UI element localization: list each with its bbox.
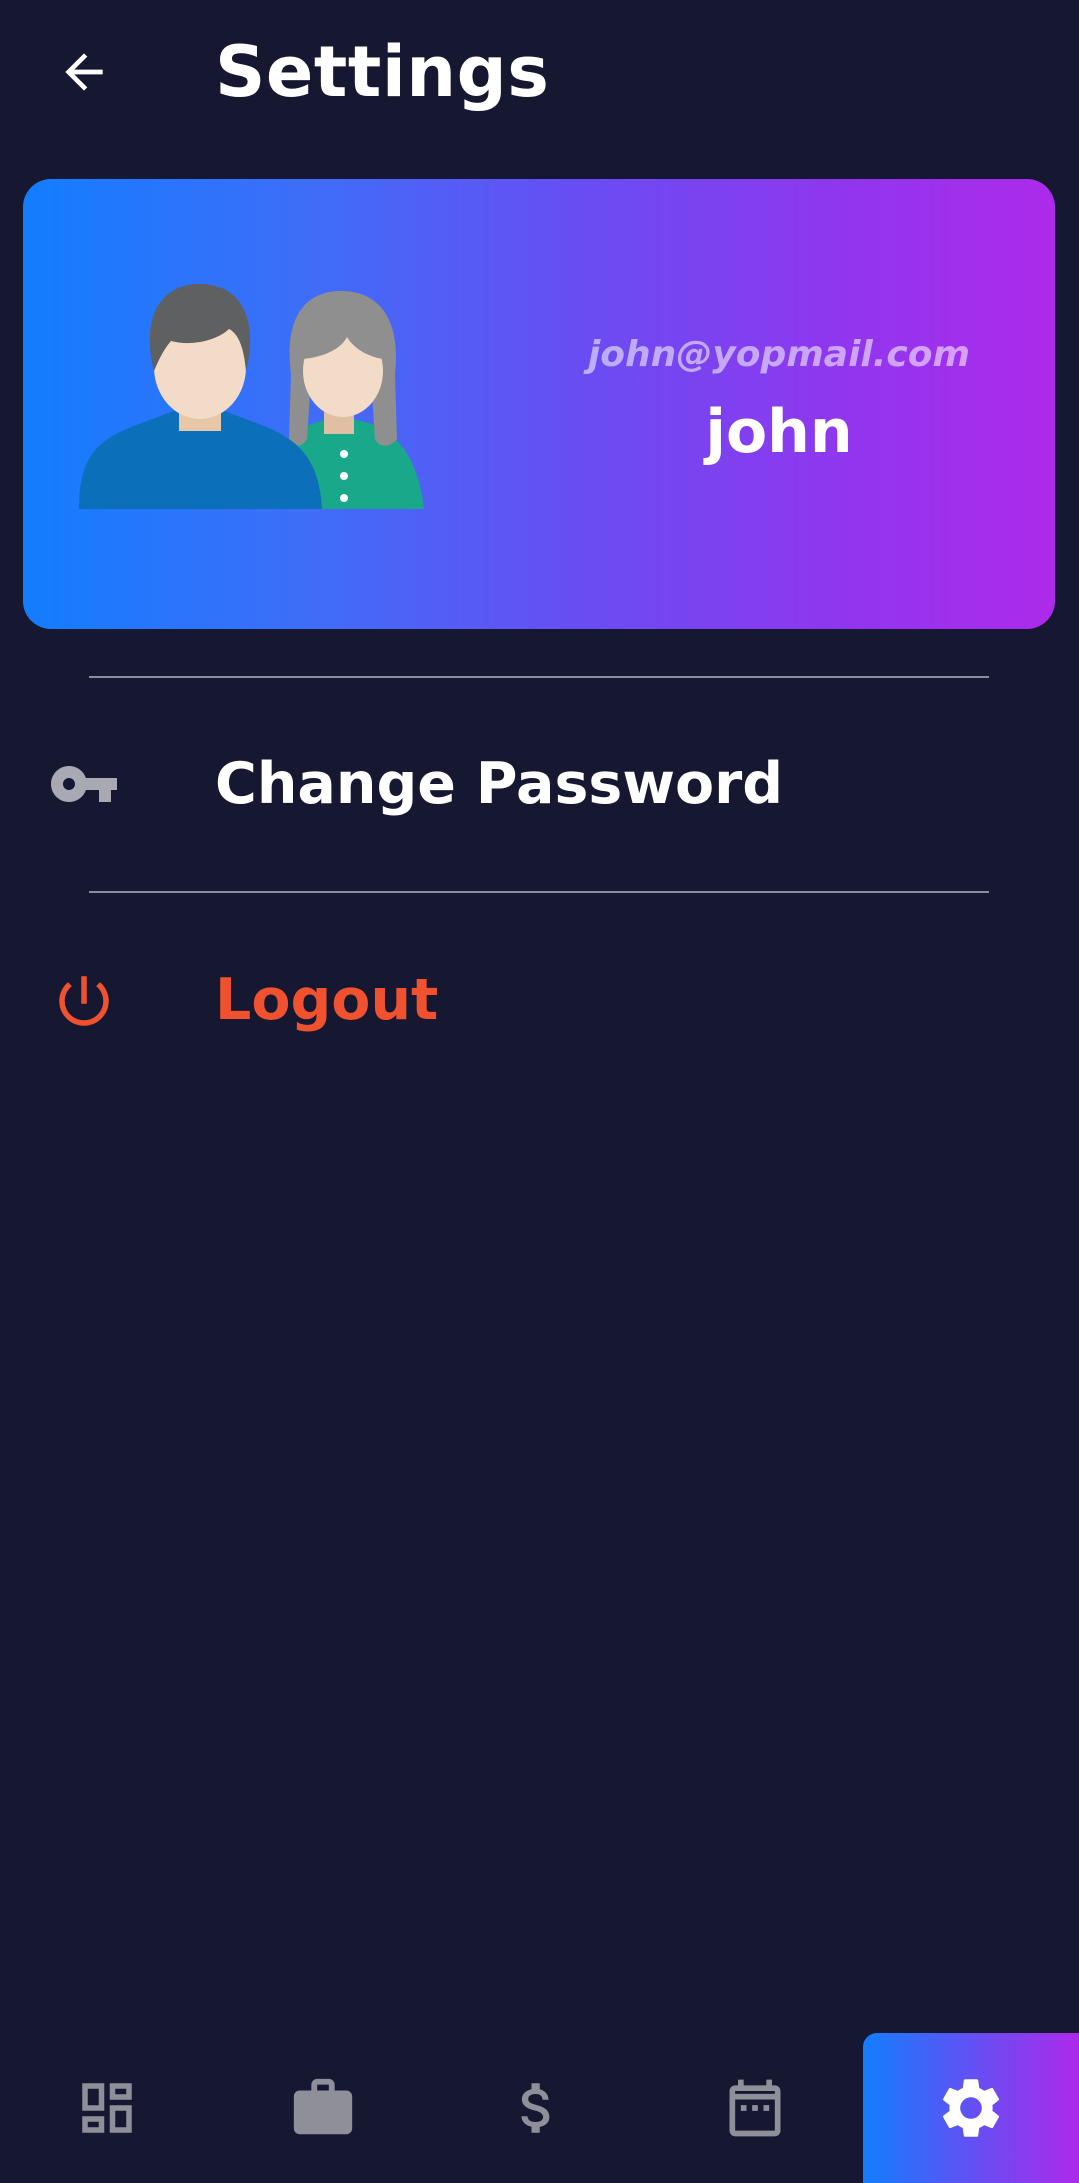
logout-label: Logout	[215, 967, 439, 1033]
header: Settings	[0, 0, 1079, 150]
nav-jobs[interactable]	[233, 2033, 413, 2183]
arrow-back-icon	[65, 53, 103, 91]
power-icon	[46, 963, 122, 1039]
dashboard-icon	[82, 2083, 132, 2133]
nav-dashboard[interactable]	[17, 2033, 197, 2183]
settings-screen: Settings john@yopmail.com john Change Pa…	[0, 0, 1079, 2183]
nav-settings[interactable]	[863, 2033, 1079, 2183]
bottom-nav	[0, 2033, 1079, 2183]
briefcase-icon	[293, 2078, 353, 2135]
key-icon	[46, 746, 122, 822]
back-button[interactable]	[48, 36, 120, 108]
change-password-item[interactable]: Change Password	[0, 710, 1079, 860]
avatar	[79, 284, 424, 509]
nav-calendar[interactable]	[665, 2033, 845, 2183]
profile-name: john	[705, 397, 853, 467]
calendar-icon	[729, 2079, 781, 2137]
divider	[89, 676, 989, 678]
profile-email: john@yopmail.com	[587, 334, 971, 375]
nav-payments[interactable]	[447, 2033, 627, 2183]
divider	[89, 891, 989, 893]
gear-icon	[942, 2079, 1000, 2137]
page-title: Settings	[215, 31, 550, 113]
change-password-label: Change Password	[215, 751, 784, 817]
profile-card: john@yopmail.com john	[23, 179, 1055, 629]
logout-item[interactable]: Logout	[0, 925, 1079, 1075]
dollar-icon	[521, 2083, 550, 2133]
